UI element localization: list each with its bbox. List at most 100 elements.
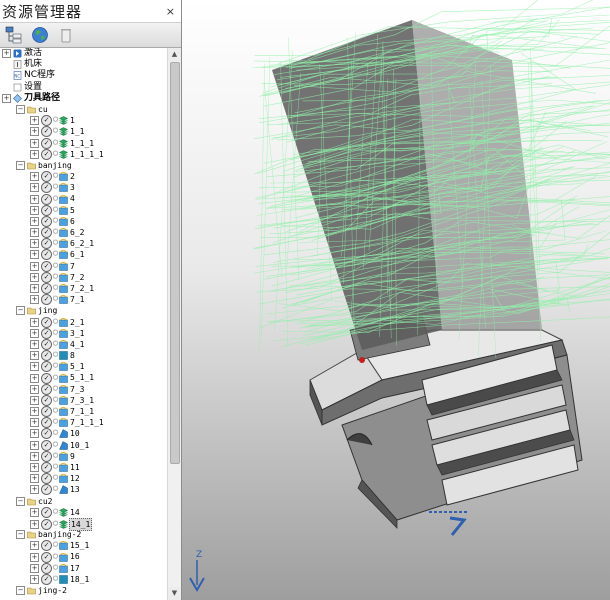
status-check-icon[interactable]: ✓ [41, 115, 52, 127]
expand-toggle[interactable]: + [30, 328, 39, 338]
status-check-icon[interactable]: ✓ [41, 406, 52, 418]
visibility-bulb-icon[interactable] [53, 552, 58, 562]
expand-toggle[interactable]: + [2, 49, 11, 59]
tree-toolpath-item[interactable]: + ✓ 5_1 [0, 361, 166, 373]
status-check-icon[interactable]: ✓ [41, 573, 52, 585]
visibility-bulb-icon[interactable] [53, 250, 58, 260]
expand-toggle[interactable]: + [30, 228, 39, 238]
visibility-bulb-icon[interactable] [53, 284, 58, 294]
expand-toggle[interactable]: + [30, 216, 39, 226]
visibility-bulb-icon[interactable] [53, 339, 58, 349]
tree-toolpath-item[interactable]: + ✓ 7_2 [0, 271, 166, 283]
visibility-bulb-icon[interactable] [53, 194, 58, 204]
tree-root-item[interactable]: + 刀具路径 [0, 93, 166, 104]
status-check-icon[interactable]: ✓ [41, 182, 52, 194]
tree-toolpath-item[interactable]: + ✓ 14 [0, 506, 166, 518]
tree-toolpath-item[interactable]: + ✓ 3_1 [0, 327, 166, 339]
tree-toolpath-item[interactable]: + ✓ 15_1 [0, 540, 166, 552]
close-button[interactable]: × [164, 5, 177, 18]
status-check-icon[interactable]: ✓ [41, 450, 52, 462]
status-check-icon[interactable]: ✓ [41, 350, 52, 362]
expand-toggle[interactable]: − [16, 105, 25, 115]
status-check-icon[interactable]: ✓ [41, 383, 52, 395]
tree-toolpath-item[interactable]: + ✓ 8 [0, 350, 166, 362]
visibility-bulb-icon[interactable] [53, 328, 58, 338]
tree-folder[interactable]: − jing [0, 305, 166, 316]
expand-toggle[interactable]: + [30, 272, 39, 282]
tree-toolpath-item[interactable]: + ✓ 7_3_1 [0, 394, 166, 406]
globe-button[interactable] [30, 25, 50, 45]
expand-toggle[interactable]: + [30, 250, 39, 260]
visibility-bulb-icon[interactable] [53, 463, 58, 473]
tree-root-item[interactable]: +NCNC程序 [0, 70, 166, 81]
scroll-thumb[interactable] [170, 62, 180, 464]
visibility-bulb-icon[interactable] [53, 429, 58, 439]
scene-canvas[interactable]: Z [182, 0, 610, 600]
visibility-bulb-icon[interactable] [53, 205, 58, 215]
tree-toolpath-item[interactable]: + ✓ 16 [0, 551, 166, 563]
tree-toolpath-item[interactable]: + ✓ 4 [0, 193, 166, 205]
expand-toggle[interactable]: + [30, 563, 39, 573]
tree-folder[interactable]: − cu [0, 104, 166, 115]
visibility-bulb-icon[interactable] [53, 541, 58, 551]
tree-toolpath-item[interactable]: + ✓ 7_1_1_1 [0, 417, 166, 429]
visibility-bulb-icon[interactable] [53, 138, 58, 148]
tree-folder[interactable]: − jing-2 [0, 585, 166, 596]
tree-toolpath-item[interactable]: + ✓ 12 [0, 473, 166, 485]
expand-toggle[interactable]: + [30, 552, 39, 562]
tree-toolpath-item[interactable]: + ✓ 18_1 [0, 573, 166, 585]
visibility-bulb-icon[interactable] [53, 373, 58, 383]
expand-toggle[interactable]: + [30, 183, 39, 193]
expand-toggle[interactable]: + [30, 485, 39, 495]
status-check-icon[interactable]: ✓ [41, 148, 52, 160]
expand-toggle[interactable]: + [30, 440, 39, 450]
status-check-icon[interactable]: ✓ [41, 361, 52, 373]
tree-scrollbar[interactable]: ▲ ▼ [167, 48, 181, 600]
visibility-bulb-icon[interactable] [53, 563, 58, 573]
tree-toolpath-item[interactable]: + ✓ 3 [0, 182, 166, 194]
tree-toolpath-item[interactable]: + ✓ 13 [0, 484, 166, 496]
status-check-icon[interactable]: ✓ [41, 417, 52, 429]
visibility-bulb-icon[interactable] [53, 507, 58, 517]
visibility-bulb-icon[interactable] [53, 485, 58, 495]
tree-toolpath-item[interactable]: + ✓ 9 [0, 450, 166, 462]
status-check-icon[interactable]: ✓ [41, 260, 52, 272]
expand-toggle[interactable]: + [30, 395, 39, 405]
expand-toggle[interactable]: + [30, 574, 39, 584]
status-check-icon[interactable]: ✓ [41, 484, 52, 496]
visibility-bulb-icon[interactable] [53, 116, 58, 126]
tree-toolpath-item[interactable]: + ✓ 2_1 [0, 316, 166, 328]
expand-toggle[interactable]: + [30, 317, 39, 327]
expand-toggle[interactable]: + [30, 351, 39, 361]
status-check-icon[interactable]: ✓ [41, 372, 52, 384]
expand-toggle[interactable]: + [30, 194, 39, 204]
expand-toggle[interactable]: + [30, 127, 39, 137]
visibility-bulb-icon[interactable] [53, 317, 58, 327]
visibility-bulb-icon[interactable] [53, 384, 58, 394]
tree-toolpath-item[interactable]: + ✓ 6_1 [0, 249, 166, 261]
tree-folder[interactable]: − cu2 [0, 496, 166, 507]
expand-toggle[interactable]: − [16, 496, 25, 506]
status-check-icon[interactable]: ✓ [41, 294, 52, 306]
3d-viewport[interactable]: Z [182, 0, 610, 600]
visibility-bulb-icon[interactable] [53, 451, 58, 461]
visibility-bulb-icon[interactable] [53, 183, 58, 193]
tree-toolpath-item[interactable]: + ✓ 7 [0, 260, 166, 272]
visibility-bulb-icon[interactable] [53, 418, 58, 428]
tree-root-item[interactable]: +机床 [0, 59, 166, 70]
expand-toggle[interactable]: + [30, 519, 39, 529]
tree-folder[interactable]: − banjing-2 [0, 529, 166, 540]
visibility-bulb-icon[interactable] [53, 228, 58, 238]
expand-toggle[interactable]: + [30, 373, 39, 383]
expand-toggle[interactable]: + [30, 384, 39, 394]
status-check-icon[interactable]: ✓ [41, 551, 52, 563]
expand-toggle[interactable]: + [30, 507, 39, 517]
expand-toggle[interactable]: + [30, 295, 39, 305]
expand-toggle[interactable]: + [30, 418, 39, 428]
expand-toggle[interactable]: + [30, 116, 39, 126]
visibility-bulb-icon[interactable] [53, 295, 58, 305]
expand-toggle[interactable]: + [30, 172, 39, 182]
tree-toolpath-item[interactable]: + ✓ 6_2 [0, 227, 166, 239]
status-check-icon[interactable]: ✓ [41, 562, 52, 574]
status-check-icon[interactable]: ✓ [41, 204, 52, 216]
